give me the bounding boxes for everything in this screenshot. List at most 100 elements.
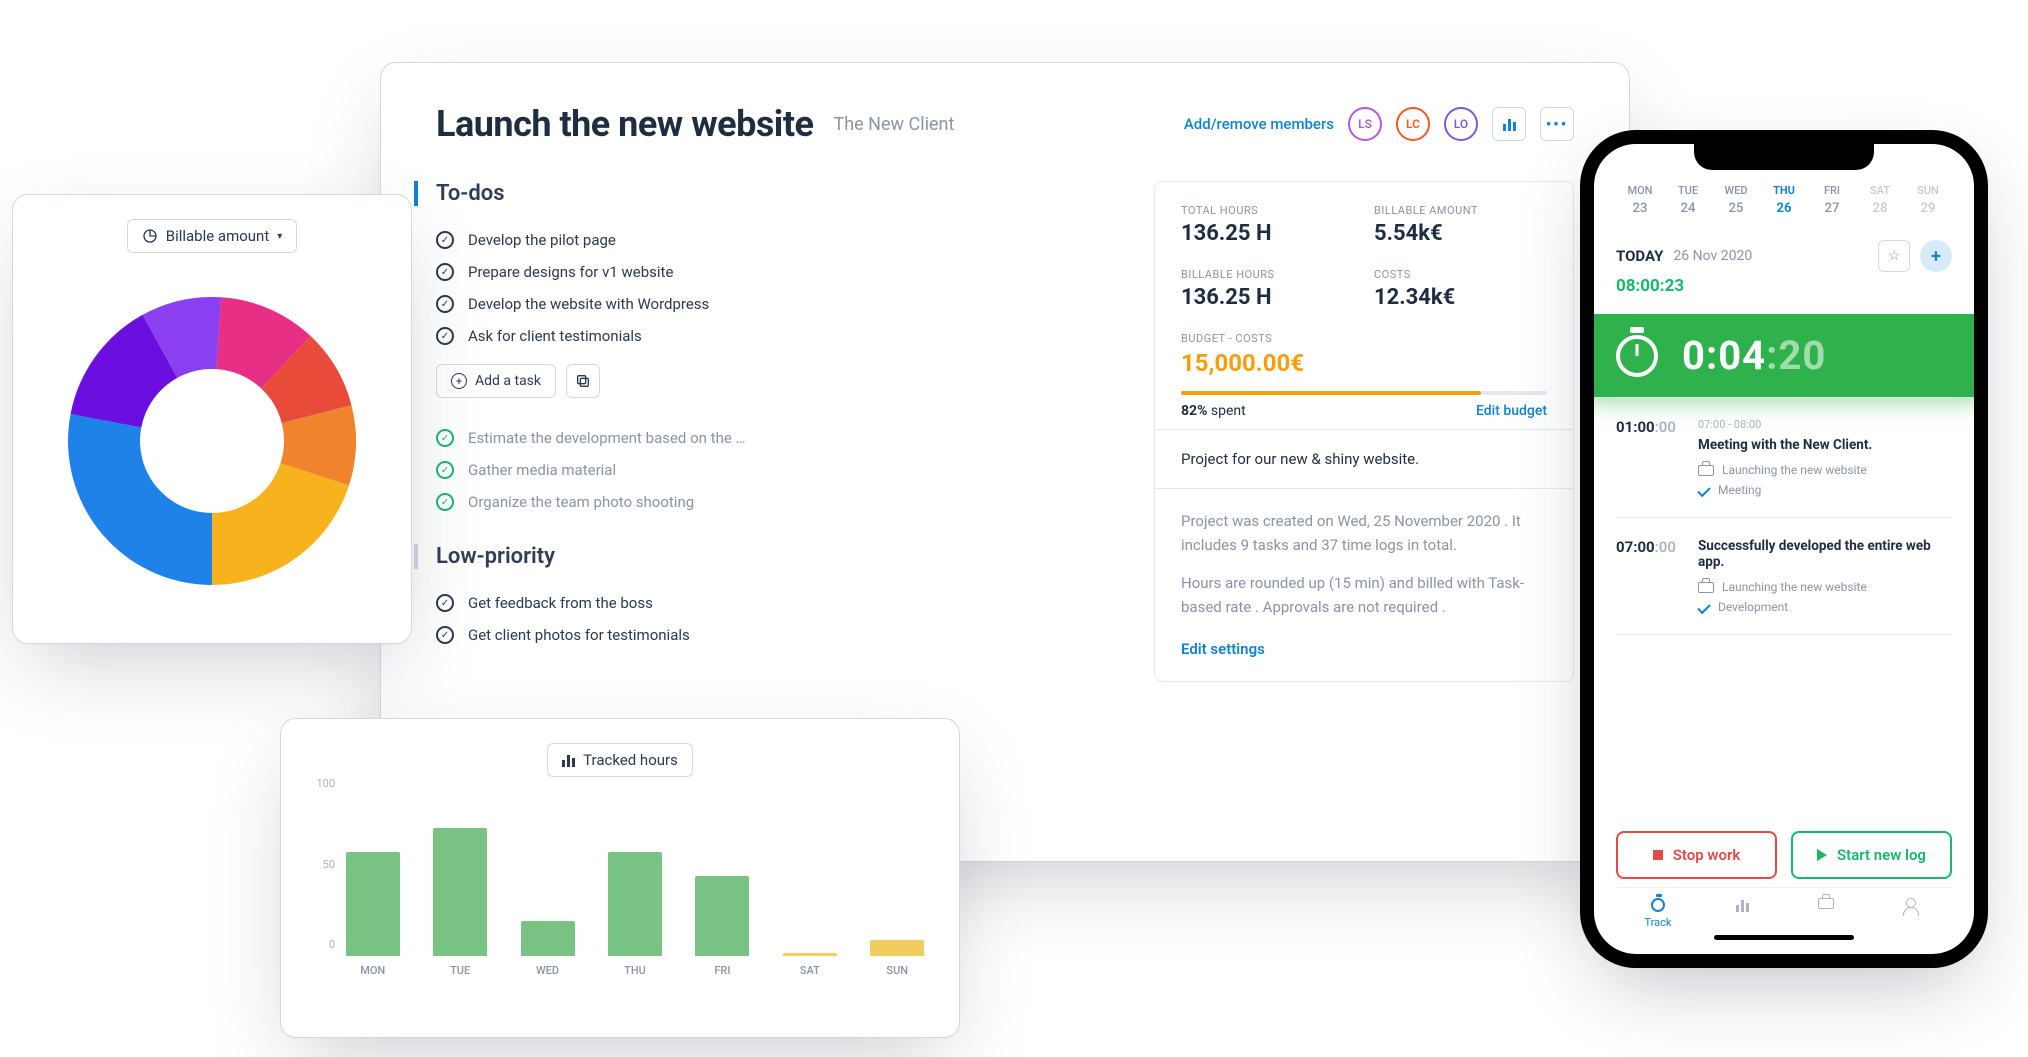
bar-col: WED bbox=[520, 921, 575, 977]
edit-budget-link[interactable]: Edit budget bbox=[1476, 403, 1547, 419]
checkbox-done-icon[interactable]: ✓ bbox=[436, 429, 454, 447]
phone-device: MON23TUE24WED25THU26FRI27SAT28SUN29 TODA… bbox=[1580, 130, 1988, 968]
donut-chip-dropdown[interactable]: Billable amount ▾ bbox=[127, 219, 298, 253]
today-elapsed: 08:00:23 bbox=[1616, 276, 1952, 296]
favorite-button[interactable]: ☆ bbox=[1878, 240, 1910, 272]
task-row[interactable]: ✓Develop the pilot page bbox=[436, 224, 1094, 256]
donut-card: Billable amount ▾ bbox=[12, 194, 412, 644]
calendar-day[interactable]: SUN29 bbox=[1904, 184, 1952, 216]
plus-icon: + bbox=[1931, 246, 1941, 267]
donut-chart bbox=[52, 281, 372, 601]
phone-notch bbox=[1694, 142, 1874, 170]
stats-panel: TOTAL HOURS136.25 H BILLABLE AMOUNT5.54k… bbox=[1154, 181, 1574, 682]
stat-costs: COSTS12.34k€ bbox=[1374, 268, 1547, 310]
checkbox-icon[interactable]: ✓ bbox=[436, 626, 454, 644]
bar-col: MON bbox=[345, 852, 400, 977]
copy-button[interactable] bbox=[566, 364, 600, 398]
briefcase-icon bbox=[1818, 898, 1834, 909]
stop-icon bbox=[1653, 850, 1663, 860]
calendar-strip[interactable]: MON23TUE24WED25THU26FRI27SAT28SUN29 bbox=[1616, 184, 1952, 216]
project-client: The New Client bbox=[833, 114, 954, 135]
checkbox-icon[interactable]: ✓ bbox=[436, 327, 454, 345]
add-task-button[interactable]: +Add a task bbox=[436, 364, 556, 398]
today-date: 26 Nov 2020 bbox=[1673, 248, 1752, 264]
timer-value: 0:04:20 bbox=[1682, 332, 1826, 379]
bar-chart-icon bbox=[1503, 117, 1516, 131]
start-new-log-button[interactable]: Start new log bbox=[1791, 831, 1952, 879]
calendar-day[interactable]: THU26 bbox=[1760, 184, 1808, 216]
tab-projects[interactable] bbox=[1796, 898, 1856, 929]
tab-profile[interactable] bbox=[1880, 898, 1940, 929]
bar-chart-icon bbox=[1736, 898, 1749, 912]
section-title-todos: To-dos bbox=[414, 181, 1094, 206]
avatar[interactable]: LC bbox=[1396, 107, 1430, 141]
calendar-day[interactable]: SAT28 bbox=[1856, 184, 1904, 216]
chart-icon-button[interactable] bbox=[1492, 107, 1526, 141]
checkbox-done-icon[interactable]: ✓ bbox=[436, 461, 454, 479]
avatar[interactable]: LS bbox=[1348, 107, 1382, 141]
briefcase-icon bbox=[1698, 465, 1714, 476]
home-indicator bbox=[1714, 935, 1854, 940]
stopwatch-icon bbox=[1651, 898, 1665, 912]
stopwatch-icon bbox=[1616, 335, 1658, 377]
stat-billable-amount: BILLABLE AMOUNT5.54k€ bbox=[1374, 204, 1547, 246]
checkbox-icon[interactable]: ✓ bbox=[436, 295, 454, 313]
project-header: Launch the new website The New Client Ad… bbox=[436, 103, 1574, 145]
stat-total-hours: TOTAL HOURS136.25 H bbox=[1181, 204, 1354, 246]
check-icon bbox=[1697, 600, 1710, 613]
task-row[interactable]: ✓Ask for client testimonials bbox=[436, 320, 1094, 352]
bar-col: SAT bbox=[782, 953, 837, 977]
project-meta: Project was created on Wed, 25 November … bbox=[1155, 488, 1573, 681]
checkbox-icon[interactable]: ✓ bbox=[436, 231, 454, 249]
tasks-column: To-dos ✓Develop the pilot page ✓Prepare … bbox=[436, 181, 1094, 682]
star-icon: ☆ bbox=[1888, 248, 1901, 264]
bar-col: FRI bbox=[695, 876, 750, 977]
tab-reports[interactable] bbox=[1712, 898, 1772, 929]
avatar[interactable]: LO bbox=[1444, 107, 1478, 141]
person-icon bbox=[1903, 898, 1917, 912]
plus-circle-icon: + bbox=[451, 373, 467, 389]
task-row-done[interactable]: ✓Organize the team photo shooting bbox=[436, 486, 1094, 518]
task-row[interactable]: ✓Get feedback from the boss bbox=[436, 587, 1094, 619]
calendar-day[interactable]: MON23 bbox=[1616, 184, 1664, 216]
project-title: Launch the new website bbox=[436, 103, 813, 145]
edit-settings-link[interactable]: Edit settings bbox=[1181, 640, 1265, 658]
bar-col: THU bbox=[607, 852, 662, 977]
pie-chart-icon bbox=[142, 228, 158, 244]
task-row[interactable]: ✓Develop the website with Wordpress bbox=[436, 288, 1094, 320]
caret-down-icon: ▾ bbox=[277, 231, 282, 242]
section-title-low-priority: Low-priority bbox=[414, 544, 1094, 569]
calendar-day[interactable]: FRI27 bbox=[1808, 184, 1856, 216]
log-row[interactable]: 07:00:00Successfully developed the entir… bbox=[1616, 518, 1952, 635]
bar-chart: 100500 MONTUEWEDTHUFRISATSUN bbox=[305, 777, 935, 977]
bar-col: SUN bbox=[870, 940, 925, 977]
budget-spent: 82% spent bbox=[1181, 403, 1246, 419]
checkbox-icon[interactable]: ✓ bbox=[436, 263, 454, 281]
tab-track[interactable]: Track bbox=[1628, 898, 1688, 929]
task-row-done[interactable]: ✓Estimate the development based on the … bbox=[436, 422, 1094, 454]
running-timer[interactable]: 0:04:20 bbox=[1580, 314, 1988, 397]
checkbox-icon[interactable]: ✓ bbox=[436, 594, 454, 612]
project-description: Project for our new & shiny website. bbox=[1155, 429, 1573, 488]
task-row[interactable]: ✓Prepare designs for v1 website bbox=[436, 256, 1094, 288]
calendar-day[interactable]: TUE24 bbox=[1664, 184, 1712, 216]
more-options-button[interactable]: ••• bbox=[1540, 107, 1574, 141]
stat-billable-hours: BILLABLE HOURS136.25 H bbox=[1181, 268, 1354, 310]
briefcase-icon bbox=[1698, 582, 1714, 593]
bar-card: Tracked hours 100500 MONTUEWEDTHUFRISATS… bbox=[280, 718, 960, 1038]
calendar-day[interactable]: WED25 bbox=[1712, 184, 1760, 216]
stop-work-button[interactable]: Stop work bbox=[1616, 831, 1777, 879]
tab-bar: Track bbox=[1616, 887, 1952, 929]
today-label: TODAY bbox=[1616, 247, 1663, 265]
task-row[interactable]: ✓Get client photos for testimonials bbox=[436, 619, 1094, 651]
task-row-done[interactable]: ✓Gather media material bbox=[436, 454, 1094, 486]
checkbox-done-icon[interactable]: ✓ bbox=[436, 493, 454, 511]
add-remove-members-link[interactable]: Add/remove members bbox=[1184, 115, 1334, 133]
bar-chart-icon bbox=[562, 753, 575, 767]
log-list: 01:00:0007:00 - 08:00Meeting with the Ne… bbox=[1616, 397, 1952, 635]
add-button[interactable]: + bbox=[1920, 240, 1952, 272]
bar-col: TUE bbox=[432, 828, 487, 977]
copy-icon bbox=[575, 373, 591, 389]
bar-chip[interactable]: Tracked hours bbox=[547, 743, 693, 777]
log-row[interactable]: 01:00:0007:00 - 08:00Meeting with the Ne… bbox=[1616, 398, 1952, 518]
